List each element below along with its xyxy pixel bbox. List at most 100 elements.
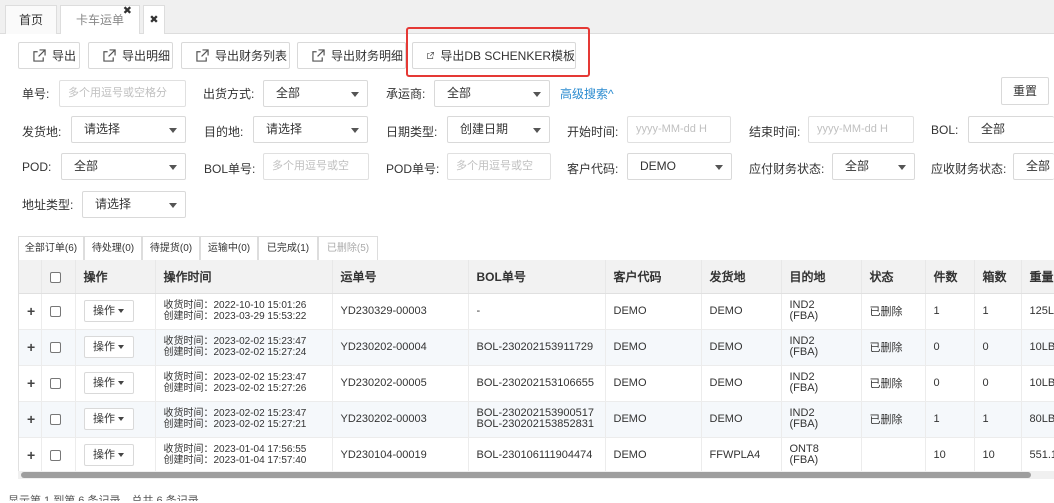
tab-completed[interactable]: 已完成(1) xyxy=(258,236,318,261)
pod-select[interactable]: 全部 xyxy=(61,153,186,180)
bol-no-input[interactable]: 多个用逗号或空 xyxy=(263,153,369,180)
start-time-input[interactable]: yyyy-MM-dd H xyxy=(627,116,731,143)
carrier-select[interactable]: 全部 xyxy=(434,80,550,107)
operation-dropdown-button[interactable]: 操作 xyxy=(83,336,134,358)
expand-cell[interactable]: + xyxy=(19,437,42,472)
operation-cell: 操作 xyxy=(75,437,156,472)
export-finance-list-button[interactable]: 导出财务列表 xyxy=(181,42,290,69)
address-type-select[interactable]: 请选择 xyxy=(82,191,186,218)
horizontal-scrollbar[interactable] xyxy=(18,471,1054,479)
chevron-down-icon xyxy=(533,128,541,133)
tab-truck-waybill[interactable]: 卡车运单 ✖ xyxy=(60,5,140,34)
origin-label: 发货地: xyxy=(22,125,62,139)
weight-cell: 551.16 xyxy=(1021,437,1054,472)
expand-cell[interactable]: + xyxy=(19,293,42,330)
column-header-operation: 操作 xyxy=(75,260,156,294)
expand-cell[interactable]: + xyxy=(19,329,42,366)
bol-no-value: BOL-230202153852831 xyxy=(476,418,594,430)
date-type-select[interactable]: 创建日期 xyxy=(447,116,550,143)
scrollbar-thumb[interactable] xyxy=(21,472,1031,478)
operation-dropdown-button[interactable]: 操作 xyxy=(83,300,134,322)
export-icon xyxy=(33,49,46,62)
chevron-down-icon xyxy=(169,128,177,133)
tab-awaiting-pickup[interactable]: 待提货(0) xyxy=(142,236,200,261)
chevron-down-icon xyxy=(715,165,723,170)
tab-in-transit[interactable]: 运输中(0) xyxy=(200,236,258,261)
close-all-tabs-button[interactable]: ✖ xyxy=(143,5,165,34)
bol-no-value: BOL-230202153911729 xyxy=(476,340,594,353)
column-header-weight: 重量 xyxy=(1021,260,1054,294)
column-header-waybill-no[interactable]: 运单号 xyxy=(332,260,469,294)
origin-select[interactable]: 请选择 xyxy=(71,116,186,143)
expand-cell[interactable]: + xyxy=(19,365,42,402)
export-detail-button[interactable]: 导出明细 xyxy=(88,42,173,69)
select-cell[interactable] xyxy=(41,437,76,472)
operation-time-cell: 收货时间：2023-02-02 15:23:47 创建时间：2023-02-02 … xyxy=(155,365,333,402)
date-type-label: 日期类型: xyxy=(386,125,438,139)
select-all-checkbox[interactable] xyxy=(49,271,61,283)
expand-plus-icon[interactable]: + xyxy=(27,339,35,355)
advanced-search-link[interactable]: 高级搜索^ xyxy=(560,85,614,102)
waybill-no-cell: YD230329-00003 xyxy=(332,293,469,330)
tab-pending[interactable]: 待处理(0) xyxy=(84,236,142,261)
operation-dropdown-button[interactable]: 操作 xyxy=(83,372,134,394)
close-icon[interactable]: ✖ xyxy=(123,0,132,25)
ship-method-select[interactable]: 全部 xyxy=(263,80,368,107)
pod-no-input[interactable]: 多个用逗号或空 xyxy=(447,153,551,180)
expand-cell[interactable]: + xyxy=(19,401,42,438)
tab-deleted[interactable]: 已删除(5) xyxy=(318,236,378,261)
select-cell[interactable] xyxy=(41,401,76,438)
weight-cell: 10LB xyxy=(1021,329,1054,366)
row-checkbox[interactable] xyxy=(49,413,61,425)
bol-select[interactable]: 全部 xyxy=(968,116,1054,143)
order-no-label: 单号: xyxy=(22,87,50,101)
select-cell[interactable] xyxy=(41,329,76,366)
tab-home[interactable]: 首页 xyxy=(5,5,57,34)
waybill-no-cell: YD230202-00003 xyxy=(332,401,469,438)
created-time: 创建时间：2023-01-04 17:57:40 xyxy=(163,455,307,466)
expand-plus-icon[interactable]: + xyxy=(27,375,35,391)
expand-plus-icon[interactable]: + xyxy=(27,303,35,319)
status-cell xyxy=(861,437,926,472)
chevron-down-icon xyxy=(351,128,359,133)
expand-plus-icon[interactable]: + xyxy=(27,447,35,463)
select-cell[interactable] xyxy=(41,293,76,330)
operation-button-label: 操作 xyxy=(93,377,115,389)
select-cell[interactable] xyxy=(41,365,76,402)
row-checkbox[interactable] xyxy=(49,449,61,461)
weight-cell: 10LB xyxy=(1021,365,1054,402)
column-header-status: 状态 xyxy=(861,260,926,294)
operation-dropdown-button[interactable]: 操作 xyxy=(83,408,134,430)
order-no-input[interactable]: 多个用逗号或空格分 xyxy=(59,80,186,107)
bol-no-cell: BOL-230106111904474 xyxy=(468,437,606,472)
export-detail-button-label: 导出明细 xyxy=(122,49,171,63)
expand-plus-icon[interactable]: + xyxy=(27,411,35,427)
weight-cell: 125LB xyxy=(1021,293,1054,330)
operation-dropdown-button[interactable]: 操作 xyxy=(83,444,134,466)
chevron-down-icon xyxy=(351,92,359,97)
customer-code-select[interactable]: DEMO xyxy=(627,153,732,180)
select-all-header[interactable] xyxy=(41,260,76,294)
destination-type: (FBA) xyxy=(789,310,819,322)
row-checkbox[interactable] xyxy=(49,377,61,389)
status-cell: 已删除 xyxy=(861,401,926,438)
payable-status-select[interactable]: 全部 xyxy=(832,153,915,180)
export-finance-detail-button[interactable]: 导出财务明细 xyxy=(297,42,406,69)
bol-no-value: BOL-230106111904474 xyxy=(476,448,593,461)
table-header-row: 操作 操作时间 运单号 BOL单号 客户代码 发货地 目的地 状态 件数 箱数 … xyxy=(19,260,1054,294)
ship-method-value: 全部 xyxy=(276,86,301,100)
row-checkbox[interactable] xyxy=(49,341,61,353)
operation-time-cell: 收货时间：2023-02-02 15:23:47 创建时间：2023-02-02 … xyxy=(155,401,333,438)
bol-no-value: BOL-230202153106655 xyxy=(476,376,594,389)
reset-button[interactable]: 重置 xyxy=(1001,77,1049,105)
row-checkbox[interactable] xyxy=(49,305,61,317)
carrier-label: 承运商: xyxy=(386,87,426,101)
end-time-input[interactable]: yyyy-MM-dd H xyxy=(808,116,914,143)
destination-select[interactable]: 请选择 xyxy=(253,116,368,143)
carrier-value: 全部 xyxy=(447,86,472,100)
table-row: + 操作 收货时间：2023-02-02 15:23:47 创建时间：2023-02-… xyxy=(19,329,1054,366)
tab-all-orders[interactable]: 全部订单(6) xyxy=(18,236,84,261)
export-icon xyxy=(103,49,116,62)
export-button[interactable]: 导出 xyxy=(18,42,80,69)
receivable-status-select[interactable]: 全部 xyxy=(1013,153,1054,180)
